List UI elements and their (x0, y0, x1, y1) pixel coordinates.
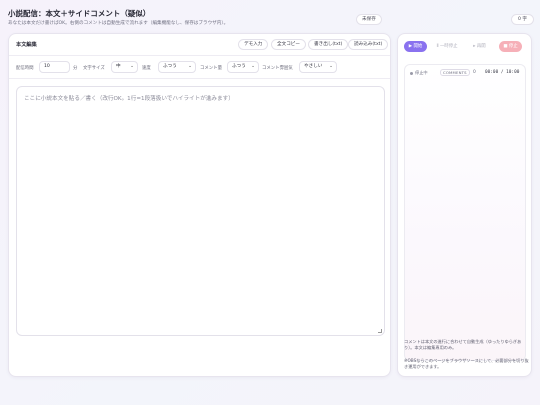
demo-input-button[interactable]: デモ入力 (238, 39, 269, 50)
page-subtitle: あなたは本文だけ書けばOK。右側のコメントは自動生成で流れます（編集機能なし、保… (8, 21, 229, 26)
import-txt-button[interactable]: 読み込み(txt) (348, 39, 389, 50)
resume-button[interactable]: ▸ 再開 (467, 41, 492, 52)
page-title: 小説配信：本文＋サイドコメント（疑似） (8, 9, 151, 18)
obs-note: ※OBSならこのページをブラウザソースにして、必要部分を切り抜き運用ができます。 (404, 358, 529, 369)
stop-button[interactable]: ■ 停止 (499, 41, 522, 52)
editor-panel-title: 本文編集 (16, 42, 37, 48)
comment-mood-select[interactable]: やさしい ⌄ (299, 61, 337, 73)
comment-amount-select[interactable]: ふつう ⌄ (227, 61, 259, 73)
font-size-value: 中 (116, 64, 121, 69)
comment-panel: ▶ 開始 Ⅱ 一時停止 ▸ 再開 ■ 停止 停止中 COMMENTS 0 00:… (397, 33, 532, 377)
duration-unit: 分 (73, 66, 78, 71)
pause-button[interactable]: Ⅱ 一時停止 (432, 41, 462, 52)
resize-handle[interactable] (378, 329, 382, 333)
comments-badge: COMMENTS (440, 69, 470, 76)
speed-select[interactable]: ふつう ⌄ (158, 61, 196, 73)
comment-count: 0 (473, 70, 476, 75)
copy-all-button[interactable]: 全文コピー (271, 39, 306, 50)
duration-label: 配信時間 (16, 66, 34, 71)
comment-mood-value: やさしい (304, 64, 323, 69)
chevron-down-icon: ⌄ (188, 64, 192, 69)
chevron-down-icon: ⌄ (251, 64, 255, 69)
chevron-down-icon: ⌄ (130, 64, 134, 69)
comment-mood-label: コメント雰囲気 (262, 66, 293, 71)
live-status: 停止中 (410, 70, 428, 76)
speed-label: 速度 (142, 66, 151, 71)
settings-row: 配信時間 10 分 文字サイズ 中 ⌄ 速度 ふつう ⌄ コメント量 ふつう ⌄… (9, 56, 390, 79)
live-status-text: 停止中 (415, 70, 428, 75)
comment-note: コメントは本文の進行に合わせて自動生成（ゆったりゆらぎあり）。本文は編集専用のみ… (404, 339, 522, 350)
comment-stream: 停止中 COMMENTS 0 00:00 / 10:00 (404, 64, 526, 361)
comment-amount-value: ふつう (232, 64, 246, 69)
novel-text-editor[interactable]: ここに小説本文を貼る／書く（改行OK。1行=1段落扱いでハイライトが進みます） (16, 86, 385, 336)
comment-amount-label: コメント量 (200, 66, 222, 71)
duration-input[interactable]: 10 (39, 61, 70, 73)
editor-panel: 本文編集 デモ入力 全文コピー 書き出し(txt) 読み込み(txt) 配信時間… (8, 33, 391, 377)
play-button[interactable]: ▶ 開始 (404, 41, 427, 52)
comment-stream-header: 停止中 COMMENTS 0 00:00 / 10:00 (405, 65, 525, 80)
export-txt-button[interactable]: 書き出し(txt) (308, 39, 349, 50)
font-size-label: 文字サイズ (83, 66, 105, 71)
font-size-select[interactable]: 中 ⌄ (111, 61, 138, 73)
speed-value: ふつう (163, 64, 177, 69)
editor-panel-header: 本文編集 デモ入力 全文コピー 書き出し(txt) 読み込み(txt) (9, 34, 390, 56)
save-status-badge: 未保存 (356, 14, 382, 25)
status-dot-icon (410, 71, 413, 75)
playback-timer: 00:00 / 10:00 (485, 70, 520, 75)
editor-placeholder: ここに小説本文を貼る／書く（改行OK。1行=1段落扱いでハイライトが進みます） (24, 96, 234, 102)
chevron-down-icon: ⌄ (329, 64, 333, 69)
char-count-badge: 0 字 (511, 14, 534, 25)
